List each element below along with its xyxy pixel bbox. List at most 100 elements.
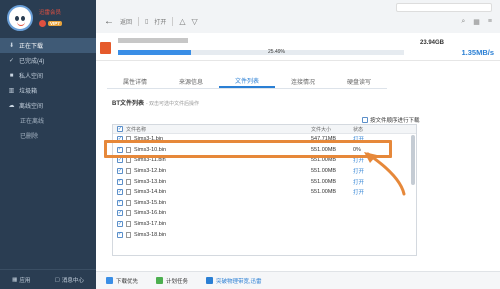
avatar[interactable] (7, 5, 33, 31)
file-name: Sims3-11.bin (134, 157, 166, 164)
table-header: ✓ 文件名称 文件大小 状态 (113, 125, 416, 134)
document-icon (126, 231, 131, 238)
sidebar: 迅雷会员 VIP7 ⬇ 正在下载 ✓ 已完成(4) ■ 私人空间 ▥ 垃圾箱 ☁… (0, 0, 96, 289)
table-row[interactable]: ✓ Sims3-16.bin (113, 208, 416, 219)
row-checkbox[interactable]: ✓ (117, 199, 123, 206)
row-checkbox[interactable]: ✓ (117, 168, 123, 175)
trash-icon: ▥ (8, 88, 15, 94)
open-button[interactable]: 打开 (154, 17, 166, 26)
select-all-checkbox[interactable]: ✓ (117, 126, 123, 132)
document-icon (126, 178, 131, 185)
move-up-icon[interactable]: △ (179, 17, 185, 26)
row-checkbox[interactable]: ✓ (117, 189, 123, 196)
sidebar-item-completed[interactable]: ✓ 已完成(4) (0, 53, 96, 68)
download-name-blurred (118, 38, 188, 43)
section-title: BT文件列表 - 双击可选中文件后操作 (112, 101, 200, 107)
tab-disk-io[interactable]: 硬盘读写 (331, 75, 387, 88)
sidebar-item-trash[interactable]: ▥ 垃圾箱 (0, 83, 96, 98)
profile: 迅雷会员 VIP7 (0, 0, 96, 38)
sidebar-item-label: 已完成(4) (19, 59, 45, 65)
file-size: 551.00MB (311, 168, 337, 175)
file-size: 551.00MB (311, 178, 337, 185)
back-button[interactable]: 返回 (120, 17, 132, 26)
move-down-icon[interactable]: ▽ (192, 17, 198, 26)
progress-bar: 25.49% (118, 49, 404, 55)
tab-file-list[interactable]: 文件列表 (219, 75, 275, 88)
file-name-cell: ✓ Sims3-14.bin (113, 189, 311, 196)
download-speed: 1.35MB/s (461, 48, 494, 57)
sidebar-item-offline[interactable]: ☁ 离线空间 (0, 98, 96, 113)
row-checkbox[interactable]: ✓ (117, 210, 123, 217)
sidebar-item-deleted[interactable]: 已删除 (0, 128, 96, 143)
scheduled-task-button[interactable]: 计划任务 (156, 277, 188, 285)
document-icon (126, 168, 131, 175)
scrollbar[interactable] (411, 135, 415, 185)
username[interactable]: 迅雷会员 (39, 8, 61, 16)
bottombar: 下载优先 计划任务 突破物理带宽,迅雷 (96, 271, 500, 289)
header-name[interactable]: ✓ 文件名称 (113, 126, 311, 133)
highlight-box (104, 140, 392, 158)
download-priority-button[interactable]: 下载优先 (106, 277, 138, 285)
order-download-option[interactable]: 按文件顺序进行下载 (362, 116, 420, 124)
tab-connections[interactable]: 连接情况 (275, 75, 331, 88)
menu-icon[interactable]: ≡ (488, 18, 492, 26)
document-icon (126, 210, 131, 217)
back-arrow-icon[interactable]: ← (104, 16, 114, 27)
file-size: 551.00MB (311, 189, 337, 196)
sidebar-item-label: 离线空间 (19, 104, 44, 110)
tab-source[interactable]: 来源信息 (163, 75, 219, 88)
section-hint: - 双击可选中文件后操作 (146, 101, 200, 107)
search-icon[interactable]: ⌕ (461, 18, 465, 26)
vip-badge: VIP7 (48, 21, 62, 26)
cloud-icon: ☁ (8, 103, 15, 109)
window-controls: ⌕ ▦ ≡ (461, 18, 492, 26)
document-icon (126, 199, 131, 206)
table-row[interactable]: ✓ Sims3-17.bin (113, 219, 416, 230)
file-name-cell: ✓ Sims3-18.bin (113, 231, 311, 238)
message-center-button[interactable]: ▢ 消息中心 (55, 276, 84, 284)
download-item[interactable]: 25.49% 23.94GB 1.35MB/s (96, 33, 500, 61)
file-name-cell: ✓ Sims3-12.bin (113, 168, 311, 175)
row-checkbox[interactable]: ✓ (117, 221, 123, 228)
apps-button[interactable]: ▦ 应用 (12, 276, 30, 284)
document-icon (126, 221, 131, 228)
grid-icon: ▦ (12, 276, 18, 283)
file-name: Sims3-14.bin (134, 189, 167, 196)
row-checkbox[interactable]: ✓ (117, 231, 123, 238)
file-name: Sims3-17.bin (134, 221, 167, 228)
chat-icon: ▢ (54, 276, 60, 283)
bandwidth-link[interactable]: 突破物理带宽,迅雷 (206, 277, 262, 285)
row-checkbox[interactable]: ✓ (117, 157, 123, 164)
divider (138, 17, 140, 26)
file-name-cell: ✓ Sims3-16.bin (113, 210, 311, 217)
document-icon (126, 157, 131, 164)
sidebar-bottom: ▦ 应用 ▢ 消息中心 (0, 269, 96, 289)
lock-icon: ■ (9, 72, 14, 79)
file-name-cell: ✓ Sims3-11.bin (113, 157, 311, 164)
table-row[interactable]: ✓ Sims3-18.bin (113, 229, 416, 240)
file-name: Sims3-13.bin (134, 178, 167, 185)
sidebar-item-label: 正在离线 (20, 119, 45, 125)
rocket-icon (206, 277, 214, 284)
search-input[interactable] (396, 3, 492, 12)
tab-properties[interactable]: 属性详情 (107, 75, 163, 88)
table-row[interactable]: ✓ Sims3-15.bin (113, 198, 416, 209)
header-size[interactable]: 文件大小 (311, 126, 353, 133)
sidebar-item-offline-active[interactable]: 正在离线 (0, 113, 96, 128)
grid-icon[interactable]: ▦ (473, 18, 480, 26)
file-name-cell: ✓ Sims3-15.bin (113, 199, 311, 206)
sidebar-item-private[interactable]: ■ 私人空间 (0, 68, 96, 83)
sidebar-item-label: 正在下载 (19, 44, 44, 50)
order-checkbox[interactable] (362, 117, 368, 123)
file-size: 551.00MB (311, 157, 337, 164)
document-icon (126, 189, 131, 196)
priority-icon (106, 277, 113, 284)
topbar: ← 返回 ▯ 打开 △ ▽ ⌕ ▦ ≡ (96, 0, 500, 33)
file-name-cell: ✓ Sims3-13.bin (113, 178, 311, 185)
row-checkbox[interactable]: ✓ (117, 178, 123, 185)
file-name: Sims3-16.bin (134, 210, 167, 217)
vip-row: VIP7 (39, 20, 62, 27)
sidebar-item-downloading[interactable]: ⬇ 正在下载 (0, 38, 96, 53)
header-status[interactable]: 状态 (353, 126, 403, 133)
download-icon: ⬇ (8, 43, 15, 49)
